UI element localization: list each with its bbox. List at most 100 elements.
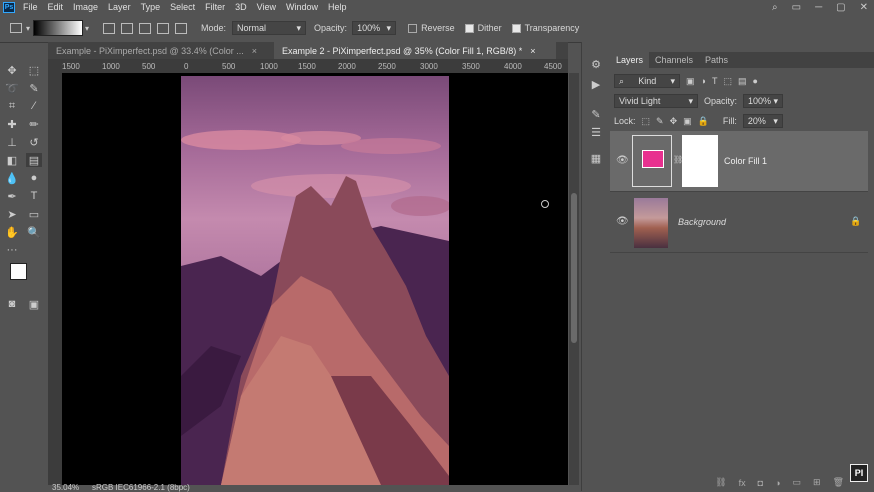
tab-example-2[interactable]: Example 2 - PiXimperfect.psd @ 35% (Colo… xyxy=(274,42,556,59)
quick-select-tool-icon[interactable]: ✎ xyxy=(26,81,42,95)
move-tool-icon[interactable]: ✥ xyxy=(4,63,20,77)
close-tab-icon[interactable]: × xyxy=(252,46,257,56)
menu-image[interactable]: Image xyxy=(73,2,98,12)
add-mask-icon[interactable]: ◘ xyxy=(758,478,763,488)
eraser-tool-icon[interactable]: ◧ xyxy=(4,153,20,167)
lock-transparent-icon[interactable]: ⬚ xyxy=(642,116,651,127)
blur-tool-icon[interactable]: 💧 xyxy=(4,171,20,185)
trash-icon[interactable]: 🗑 xyxy=(833,477,844,488)
opacity-input[interactable]: 100% ▾ xyxy=(352,21,397,35)
lasso-tool-icon[interactable]: ➰ xyxy=(4,81,20,95)
menu-view[interactable]: View xyxy=(257,2,276,12)
layer-opacity-input[interactable]: 100% ▾ xyxy=(743,94,784,108)
adjustments-icon[interactable]: ☰ xyxy=(589,126,603,139)
transparency-check[interactable] xyxy=(511,24,521,34)
gradient-dropdown-icon[interactable]: ▾ xyxy=(85,24,89,33)
lock-all-icon[interactable]: 🔒 xyxy=(698,116,709,127)
filter-shape-icon[interactable]: ⬚ xyxy=(723,76,732,87)
quick-mask-icon[interactable]: ◙ xyxy=(4,297,20,311)
reverse-checkbox[interactable]: Reverse xyxy=(408,23,455,34)
tab-layers[interactable]: Layers xyxy=(610,52,650,68)
brush-settings-icon[interactable]: ✎ xyxy=(589,108,603,121)
brush-tool-icon[interactable]: ✏ xyxy=(26,117,42,131)
filter-type-icon[interactable]: T xyxy=(712,76,718,86)
blend-mode-select[interactable]: Vivid Light ▾ xyxy=(614,94,698,108)
shape-tool-icon[interactable]: ▭ xyxy=(26,207,42,221)
pen-tool-icon[interactable]: ✒ xyxy=(4,189,20,203)
linear-gradient-button[interactable] xyxy=(103,22,116,34)
adjustment-layer-icon[interactable]: ◑ xyxy=(775,478,780,488)
menu-window[interactable]: Window xyxy=(286,2,318,12)
crop-tool-icon[interactable]: ⌗ xyxy=(4,99,20,113)
dodge-tool-icon[interactable]: ● xyxy=(26,171,42,185)
chevron-down-icon[interactable]: ▾ xyxy=(26,24,30,33)
menu-filter[interactable]: Filter xyxy=(205,2,225,12)
close-tab-icon[interactable]: × xyxy=(530,46,535,56)
hand-tool-icon[interactable]: ✋ xyxy=(4,225,20,239)
new-layer-icon[interactable]: ⊞ xyxy=(813,477,821,488)
transparency-checkbox[interactable]: Transparency xyxy=(511,23,579,34)
close-icon[interactable]: ✕ xyxy=(860,2,868,13)
play-icon[interactable]: ▶ xyxy=(589,78,603,91)
fill-color-swatch[interactable] xyxy=(642,150,664,168)
scrollbar-thumb[interactable] xyxy=(571,193,577,343)
visibility-eye-icon[interactable]: 👁 xyxy=(616,216,629,227)
workspace-icon[interactable]: ▭ xyxy=(792,2,801,13)
menu-help[interactable]: Help xyxy=(328,2,347,12)
new-group-icon[interactable]: ▭ xyxy=(793,477,802,488)
layer-mask-thumbnail[interactable] xyxy=(682,135,718,187)
tab-paths[interactable]: Paths xyxy=(699,52,734,68)
layer-name[interactable]: Background xyxy=(678,217,726,227)
screen-mode-icon[interactable]: ▣ xyxy=(26,297,42,311)
marquee-tool-icon[interactable]: ⬚ xyxy=(26,63,42,77)
fill-layer-thumbnail[interactable] xyxy=(632,135,672,187)
filter-adjustment-icon[interactable]: ◑ xyxy=(701,76,706,86)
menu-edit[interactable]: Edit xyxy=(48,2,64,12)
fill-input[interactable]: 20% ▾ xyxy=(742,114,783,128)
healing-tool-icon[interactable]: ✚ xyxy=(4,117,20,131)
path-select-tool-icon[interactable]: ➤ xyxy=(4,207,20,221)
mountain-photo[interactable] xyxy=(181,76,449,485)
menu-3d[interactable]: 3D xyxy=(235,2,247,12)
properties-icon[interactable]: ▦ xyxy=(589,152,603,165)
minimize-icon[interactable]: ─ xyxy=(815,2,822,13)
fx-icon[interactable]: fx xyxy=(739,478,746,488)
vertical-scrollbar[interactable] xyxy=(569,73,579,485)
zoom-tool-icon[interactable]: 🔍 xyxy=(26,225,42,239)
tab-channels[interactable]: Channels xyxy=(649,52,699,68)
maximize-icon[interactable]: ▢ xyxy=(836,2,845,13)
layer-row-color-fill[interactable]: 👁 ⛓ Color Fill 1 xyxy=(610,131,868,192)
menu-type[interactable]: Type xyxy=(141,2,161,12)
tab-example-1[interactable]: Example - PiXimperfect.psd @ 33.4% (Colo… xyxy=(48,42,274,59)
gradient-tool-icon[interactable]: ▤ xyxy=(26,153,42,167)
menu-select[interactable]: Select xyxy=(170,2,195,12)
layer-name[interactable]: Color Fill 1 xyxy=(724,156,767,166)
background-thumbnail[interactable] xyxy=(634,198,668,248)
angle-gradient-button[interactable] xyxy=(139,22,152,34)
filter-smart-object-icon[interactable]: ▤ xyxy=(738,76,747,87)
menu-file[interactable]: File xyxy=(23,2,38,12)
search-icon[interactable]: ⌕ xyxy=(772,2,778,13)
menu-layer[interactable]: Layer xyxy=(108,2,131,12)
history-brush-tool-icon[interactable]: ↺ xyxy=(26,135,42,149)
gradient-tool-icon[interactable] xyxy=(10,23,22,33)
dither-checkbox[interactable]: Dither xyxy=(464,23,502,34)
lock-position-icon[interactable]: ✥ xyxy=(670,116,678,127)
lock-pixels-icon[interactable]: ✎ xyxy=(656,116,664,127)
filter-kind-select[interactable]: ⌕ Kind ▾ xyxy=(614,74,680,88)
diamond-gradient-button[interactable] xyxy=(175,22,188,34)
lock-artboard-icon[interactable]: ▣ xyxy=(683,116,692,127)
history-icon[interactable]: ⚙ xyxy=(589,58,603,71)
foreground-color-swatch[interactable] xyxy=(10,263,27,280)
dither-check[interactable] xyxy=(464,24,474,34)
gradient-picker[interactable] xyxy=(33,20,84,36)
type-tool-icon[interactable]: T xyxy=(26,189,42,203)
clone-stamp-tool-icon[interactable]: ⊥ xyxy=(4,135,20,149)
reverse-check[interactable] xyxy=(408,24,418,34)
mode-select[interactable]: Normal ▾ xyxy=(232,21,307,35)
filter-toggle-icon[interactable]: ● xyxy=(752,76,757,86)
filter-pixel-icon[interactable]: ▣ xyxy=(686,76,695,87)
layer-row-background[interactable]: 👁 Background 🔒 xyxy=(610,192,868,253)
link-layers-icon[interactable]: ⛓ xyxy=(715,477,726,488)
eyedropper-tool-icon[interactable]: ⁄ xyxy=(26,99,42,113)
